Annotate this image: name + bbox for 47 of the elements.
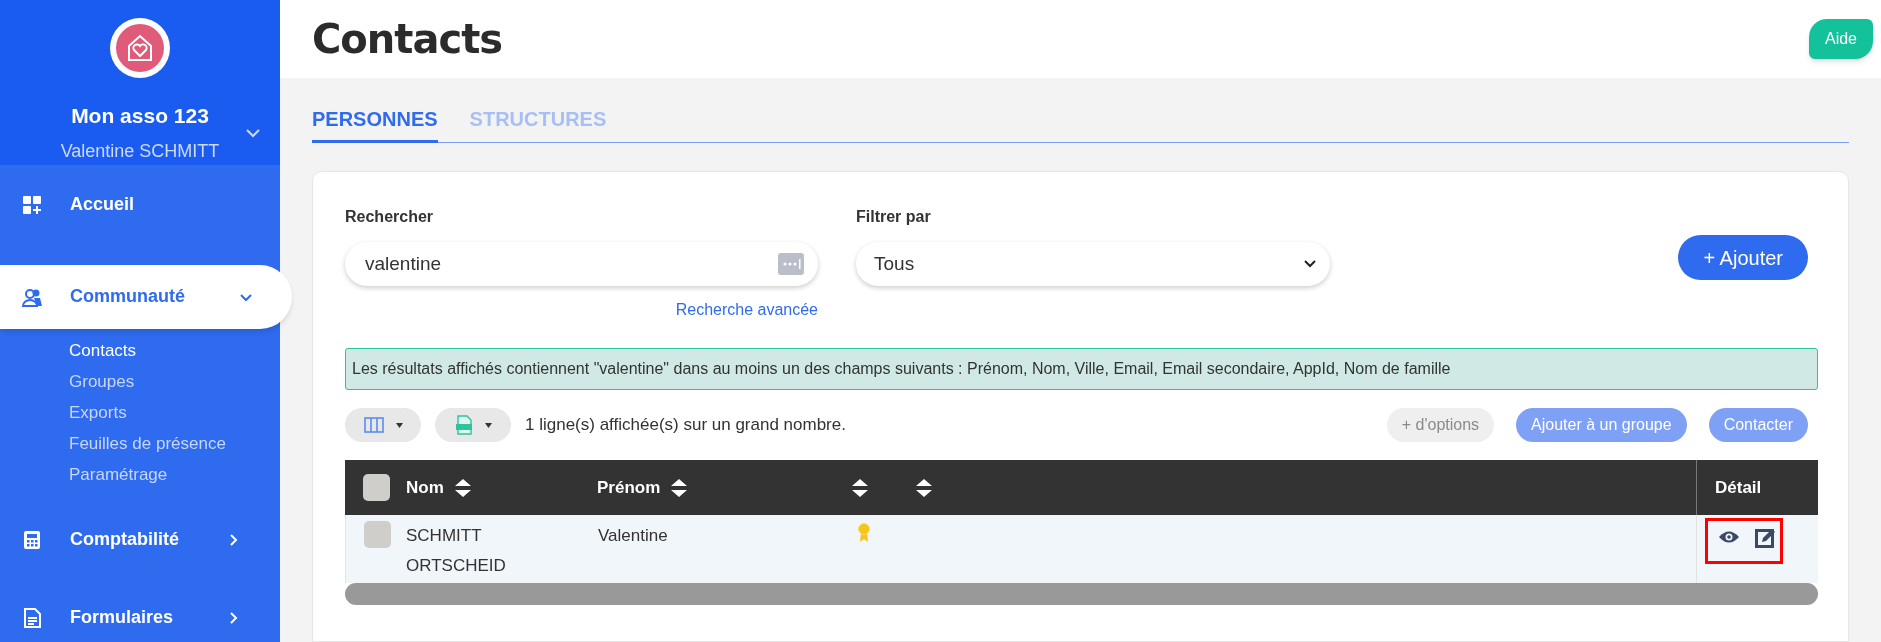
spreadsheet-file-icon bbox=[454, 415, 473, 435]
password-manager-icon bbox=[778, 253, 804, 275]
checkbox[interactable] bbox=[363, 474, 390, 501]
submenu-item[interactable]: Paramétrage bbox=[69, 462, 280, 486]
sidebar-item[interactable]: Comptabilité bbox=[0, 507, 280, 572]
toolbar-button[interactable]: Ajouter à un groupe bbox=[1516, 408, 1687, 442]
users-icon bbox=[22, 286, 42, 307]
row-count-text: 1 ligne(s) affichée(s) sur un grand nombre. bbox=[525, 414, 846, 437]
table-cell-text: SCHMITT ORTSCHEID bbox=[406, 525, 507, 577]
sidebar-item[interactable]: Communauté bbox=[0, 264, 292, 329]
checkbox[interactable] bbox=[364, 521, 391, 548]
submenu-item[interactable]: Groupes bbox=[69, 369, 280, 393]
submenu-item[interactable]: Feuilles de présence bbox=[69, 431, 280, 455]
table-cell: Valentine bbox=[598, 526, 668, 545]
column-header: Détail bbox=[1715, 476, 1762, 499]
organization-name: Mon asso 123 bbox=[71, 103, 209, 129]
column-header[interactable]: Nom bbox=[406, 474, 444, 501]
caret-icon bbox=[484, 422, 492, 428]
calculator-icon bbox=[22, 529, 42, 550]
logo-icon bbox=[110, 18, 170, 78]
sidebar-item[interactable]: Accueil bbox=[0, 172, 280, 237]
chevron-down-icon bbox=[1304, 260, 1316, 268]
page-title: Contacts bbox=[312, 15, 503, 64]
info-message: Les résultats affichés contiennent "valentine" dans au moins un des champs suivants : Prénom, Nom, Ville, Email, Email secondaire, AppId, Nom de famille bbox=[345, 348, 1818, 390]
dashboard-icon bbox=[22, 194, 42, 215]
search-label: Rechercher bbox=[345, 207, 435, 227]
export-dropdown[interactable] bbox=[435, 408, 511, 442]
column-header[interactable]: Prénom bbox=[597, 474, 661, 501]
document-icon bbox=[22, 607, 42, 628]
filter-select[interactable]: Tous bbox=[856, 242, 1330, 286]
eye-icon bbox=[1718, 530, 1740, 544]
submenu-item[interactable]: Exports bbox=[69, 400, 280, 424]
caret-icon bbox=[395, 422, 403, 428]
filter-label: Filtrer par bbox=[856, 207, 932, 227]
edit-icon bbox=[1754, 527, 1776, 549]
horizontal-scrollbar[interactable] bbox=[345, 583, 1818, 605]
sidebar-item[interactable]: Formulaires bbox=[0, 585, 280, 642]
tab[interactable]: PERSONNES bbox=[312, 104, 438, 143]
columns-dropdown[interactable] bbox=[345, 408, 421, 442]
search-field[interactable]: valentine bbox=[345, 242, 818, 286]
toolbar-button[interactable]: Contacter bbox=[1708, 408, 1808, 442]
add-button[interactable]: + Ajouter bbox=[1678, 235, 1808, 280]
submenu-item[interactable]: Contacts bbox=[69, 338, 280, 362]
advanced-search-link[interactable]: Recherche avancée bbox=[675, 298, 818, 322]
columns-icon bbox=[363, 417, 384, 433]
chevron-down-icon bbox=[246, 129, 260, 138]
user-name[interactable]: Valentine SCHMITT bbox=[60, 137, 220, 165]
